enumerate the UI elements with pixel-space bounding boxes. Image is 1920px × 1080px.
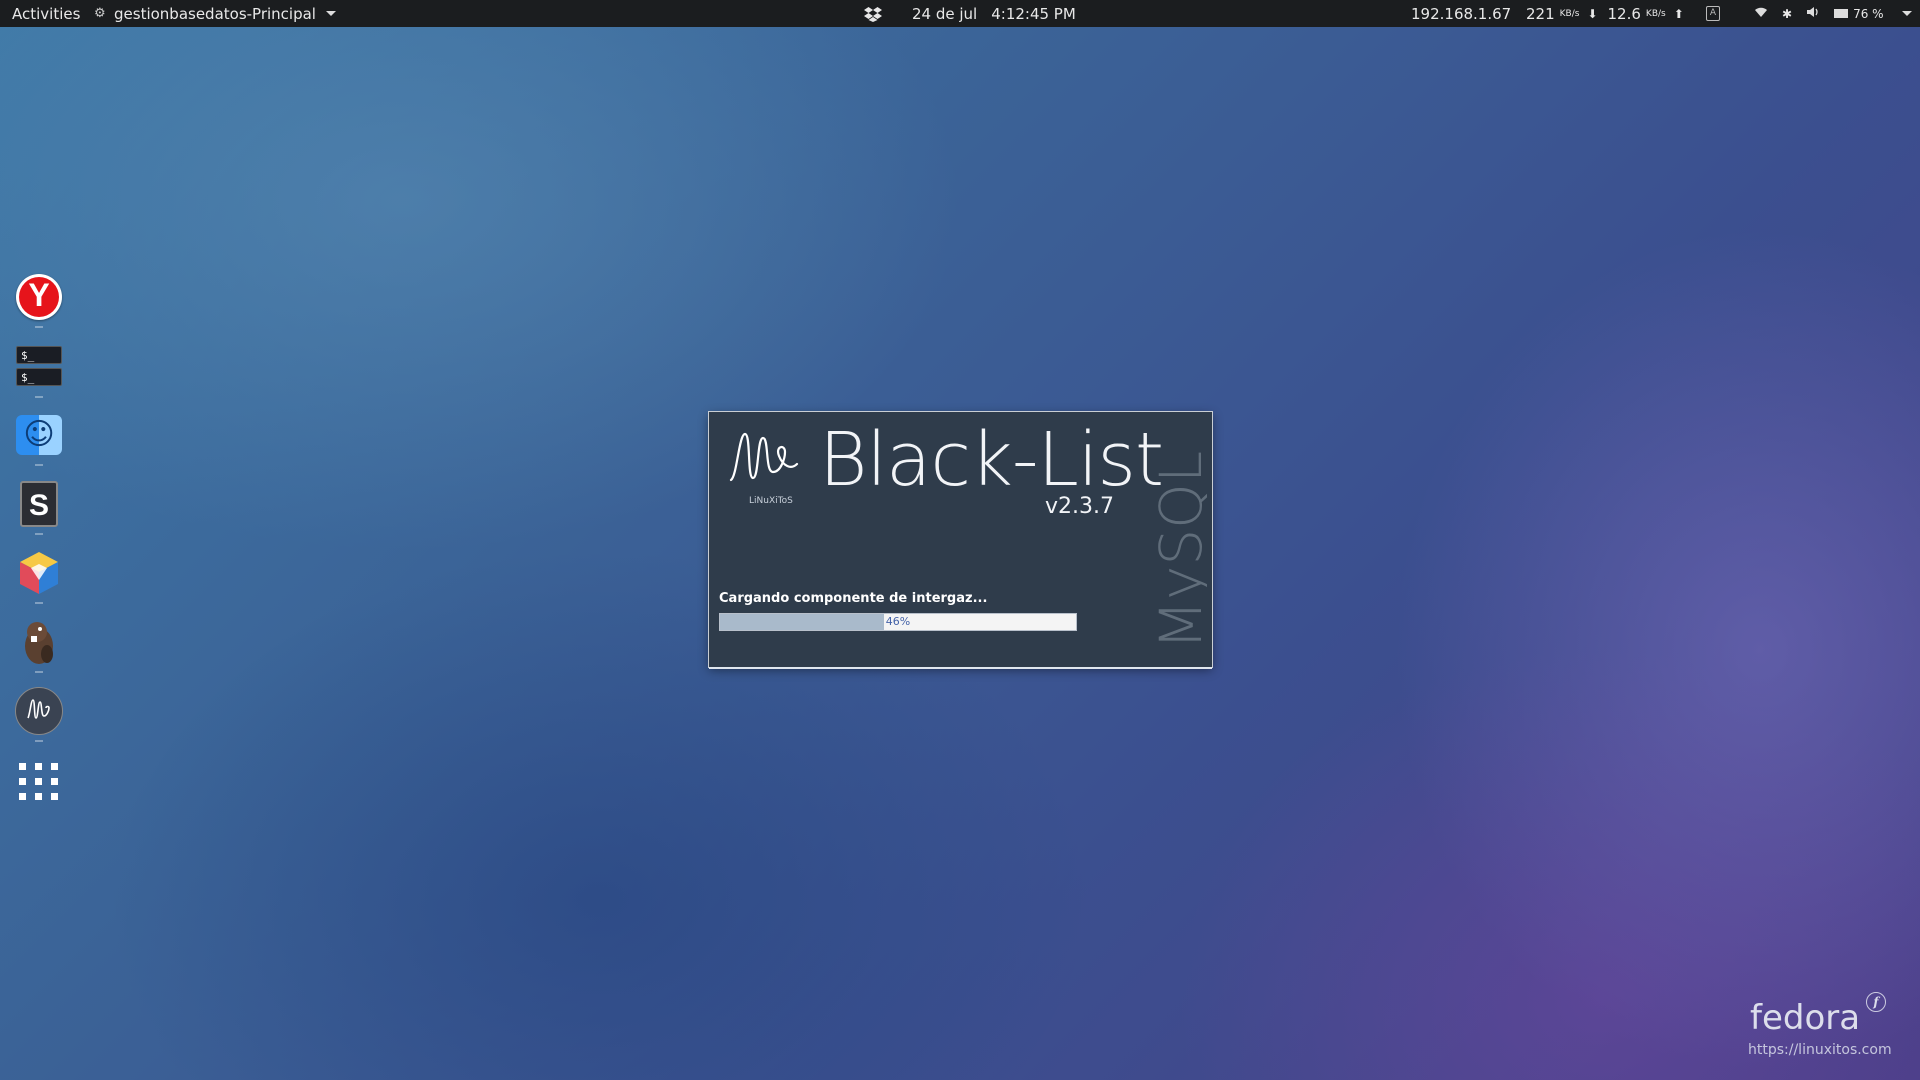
network-speed: 221 KB/s ⬇ 12.6 KB/s ⬆ <box>1526 0 1690 27</box>
dock-item-files[interactable] <box>10 406 68 466</box>
top-bar: Activities ⚙ gestionbasedatos-Principal … <box>0 0 1920 27</box>
terminal-prompt: $_ <box>16 368 62 386</box>
running-indicator <box>35 464 43 466</box>
dbeaver-icon <box>17 618 61 666</box>
ip-label: 192.168.1.67 <box>1411 4 1512 23</box>
yandex-icon: Y <box>16 274 62 320</box>
terminal-icon: $_ $_ <box>16 346 62 388</box>
running-indicator <box>35 396 43 398</box>
dock-item-terminal[interactable]: $_ $_ <box>10 338 68 398</box>
blacklist-logo-icon <box>729 432 799 482</box>
battery-label: 76 % <box>1853 6 1884 21</box>
dock-item-sublime[interactable]: S <box>10 475 68 535</box>
volume-icon <box>1806 6 1820 21</box>
bluetooth-icon: ✱ <box>1782 6 1793 21</box>
activities-button[interactable]: Activities <box>12 0 80 27</box>
blacklist-icon <box>15 687 63 735</box>
upload-arrow-icon: ⬆ <box>1673 6 1684 21</box>
vertical-mysql-label: MySQL <box>1147 422 1207 652</box>
clock[interactable]: 24 de jul 4:12:45 PM <box>912 0 1076 27</box>
download-rate: 221 <box>1526 4 1555 23</box>
battery-indicator: 76 % <box>1834 7 1884 21</box>
show-applications-button[interactable] <box>10 752 68 810</box>
dock-item-netbeans[interactable] <box>10 544 68 604</box>
dock-item-yandex[interactable]: Y <box>10 268 68 328</box>
time-label: 4:12:45 PM <box>991 4 1076 23</box>
activities-label: Activities <box>12 4 81 23</box>
dropbox-icon[interactable] <box>864 0 882 27</box>
splash-window: LiNuXiToS Black-List v2.3.7 MySQL Cargan… <box>709 412 1212 669</box>
app-icon: ⚙ <box>94 5 106 21</box>
battery-icon <box>1834 9 1849 18</box>
running-indicator <box>35 740 43 742</box>
splash-version: v2.3.7 <box>1045 494 1114 519</box>
mysql-text: MySQL <box>1147 450 1207 650</box>
running-indicator <box>35 671 43 673</box>
download-unit: KB/s <box>1559 8 1580 19</box>
dock-item-blacklist[interactable] <box>10 682 68 742</box>
watermark-url: https://linuxitos.com <box>1748 1042 1892 1058</box>
splash-bottom-border <box>709 667 1212 669</box>
wifi-icon <box>1754 6 1768 21</box>
running-indicator <box>35 602 43 604</box>
ip-address: 192.168.1.67 <box>1411 0 1511 27</box>
sublime-icon: S <box>20 481 58 527</box>
yandex-letter: Y <box>28 277 50 313</box>
app-menu[interactable]: ⚙ gestionbasedatos-Principal <box>94 0 336 27</box>
loading-status: Cargando componente de intergaz... <box>719 591 988 606</box>
progress-bar: 46% <box>719 613 1077 631</box>
netbeans-icon <box>17 550 61 596</box>
logo-subtext: LiNuXiToS <box>749 496 793 506</box>
splash-title: Black-List <box>819 417 1164 503</box>
running-indicator <box>35 326 43 328</box>
download-arrow-icon: ⬇ <box>1587 6 1598 21</box>
progress-label: 46% <box>885 615 911 628</box>
app-menu-label: gestionbasedatos-Principal <box>114 4 316 23</box>
chevron-down-icon <box>325 11 336 16</box>
keyboard-indicator[interactable]: A <box>1706 0 1720 27</box>
chevron-down-icon <box>1901 11 1912 16</box>
running-indicator <box>35 533 43 535</box>
system-menu[interactable]: ✱ 76 % <box>1754 0 1912 27</box>
dropbox-glyph <box>864 6 882 22</box>
upload-unit: KB/s <box>1645 8 1666 19</box>
upload-rate: 12.6 <box>1607 4 1641 23</box>
finder-icon <box>16 415 62 455</box>
dock-item-dbeaver[interactable] <box>10 613 68 673</box>
fedora-logo-icon: f <box>1866 992 1886 1012</box>
keyboard-layout-icon: A <box>1706 6 1720 21</box>
date-label: 24 de jul <box>912 4 978 23</box>
terminal-prompt: $_ <box>16 346 62 364</box>
fedora-logo-text: fedora <box>1750 998 1861 1038</box>
app-grid-icon <box>19 761 59 801</box>
